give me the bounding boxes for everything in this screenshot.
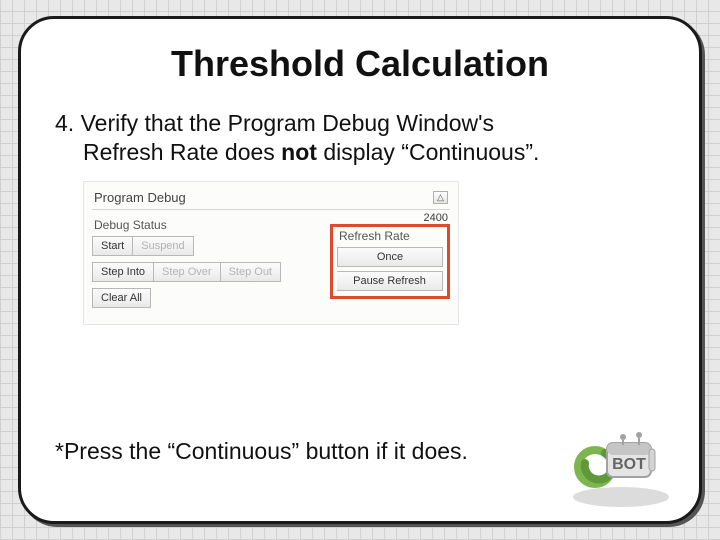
once-button[interactable]: Once — [337, 247, 443, 267]
slide-title: Threshold Calculation — [55, 43, 665, 85]
step-over-button[interactable]: Step Over — [154, 262, 221, 282]
refresh-rate-highlight: Refresh Rate Once Pause Refresh — [330, 224, 450, 299]
svg-text:BOT: BOT — [612, 456, 646, 473]
step-line2b: display “Continuous”. — [317, 139, 539, 165]
suspend-button[interactable]: Suspend — [133, 236, 193, 256]
refresh-rate-label: Refresh Rate — [339, 229, 443, 243]
panel-header: Program Debug △ — [92, 188, 450, 210]
timecode: 2400 — [424, 212, 448, 224]
step-out-button[interactable]: Step Out — [221, 262, 281, 282]
refresh-rate-group: 2400 Refresh Rate Once Pause Refresh — [330, 216, 450, 314]
step-into-button[interactable]: Step Into — [92, 262, 154, 282]
debug-status-label: Debug Status — [94, 218, 320, 232]
slide-card: Threshold Calculation 4. Verify that the… — [18, 16, 702, 524]
clear-all-button[interactable]: Clear All — [92, 288, 151, 308]
step-text: 4. Verify that the Program Debug Window'… — [55, 109, 665, 167]
pause-refresh-button[interactable]: Pause Refresh — [337, 271, 443, 291]
step-line2a: Refresh Rate does — [83, 139, 281, 165]
footnote: *Press the “Continuous” button if it doe… — [55, 438, 468, 465]
debug-status-group: Debug Status Start Suspend Step Into Ste… — [92, 216, 320, 314]
robot-logo: BOT — [561, 423, 681, 509]
panel-title: Program Debug — [94, 190, 186, 205]
step-line1: Verify that the Program Debug Window's — [81, 110, 494, 136]
program-debug-panel: Program Debug △ Debug Status Start Suspe… — [83, 181, 459, 325]
step-number: 4. — [55, 110, 74, 136]
collapse-icon[interactable]: △ — [433, 191, 448, 204]
step-line2-strong: not — [281, 139, 317, 165]
start-button[interactable]: Start — [92, 236, 133, 256]
